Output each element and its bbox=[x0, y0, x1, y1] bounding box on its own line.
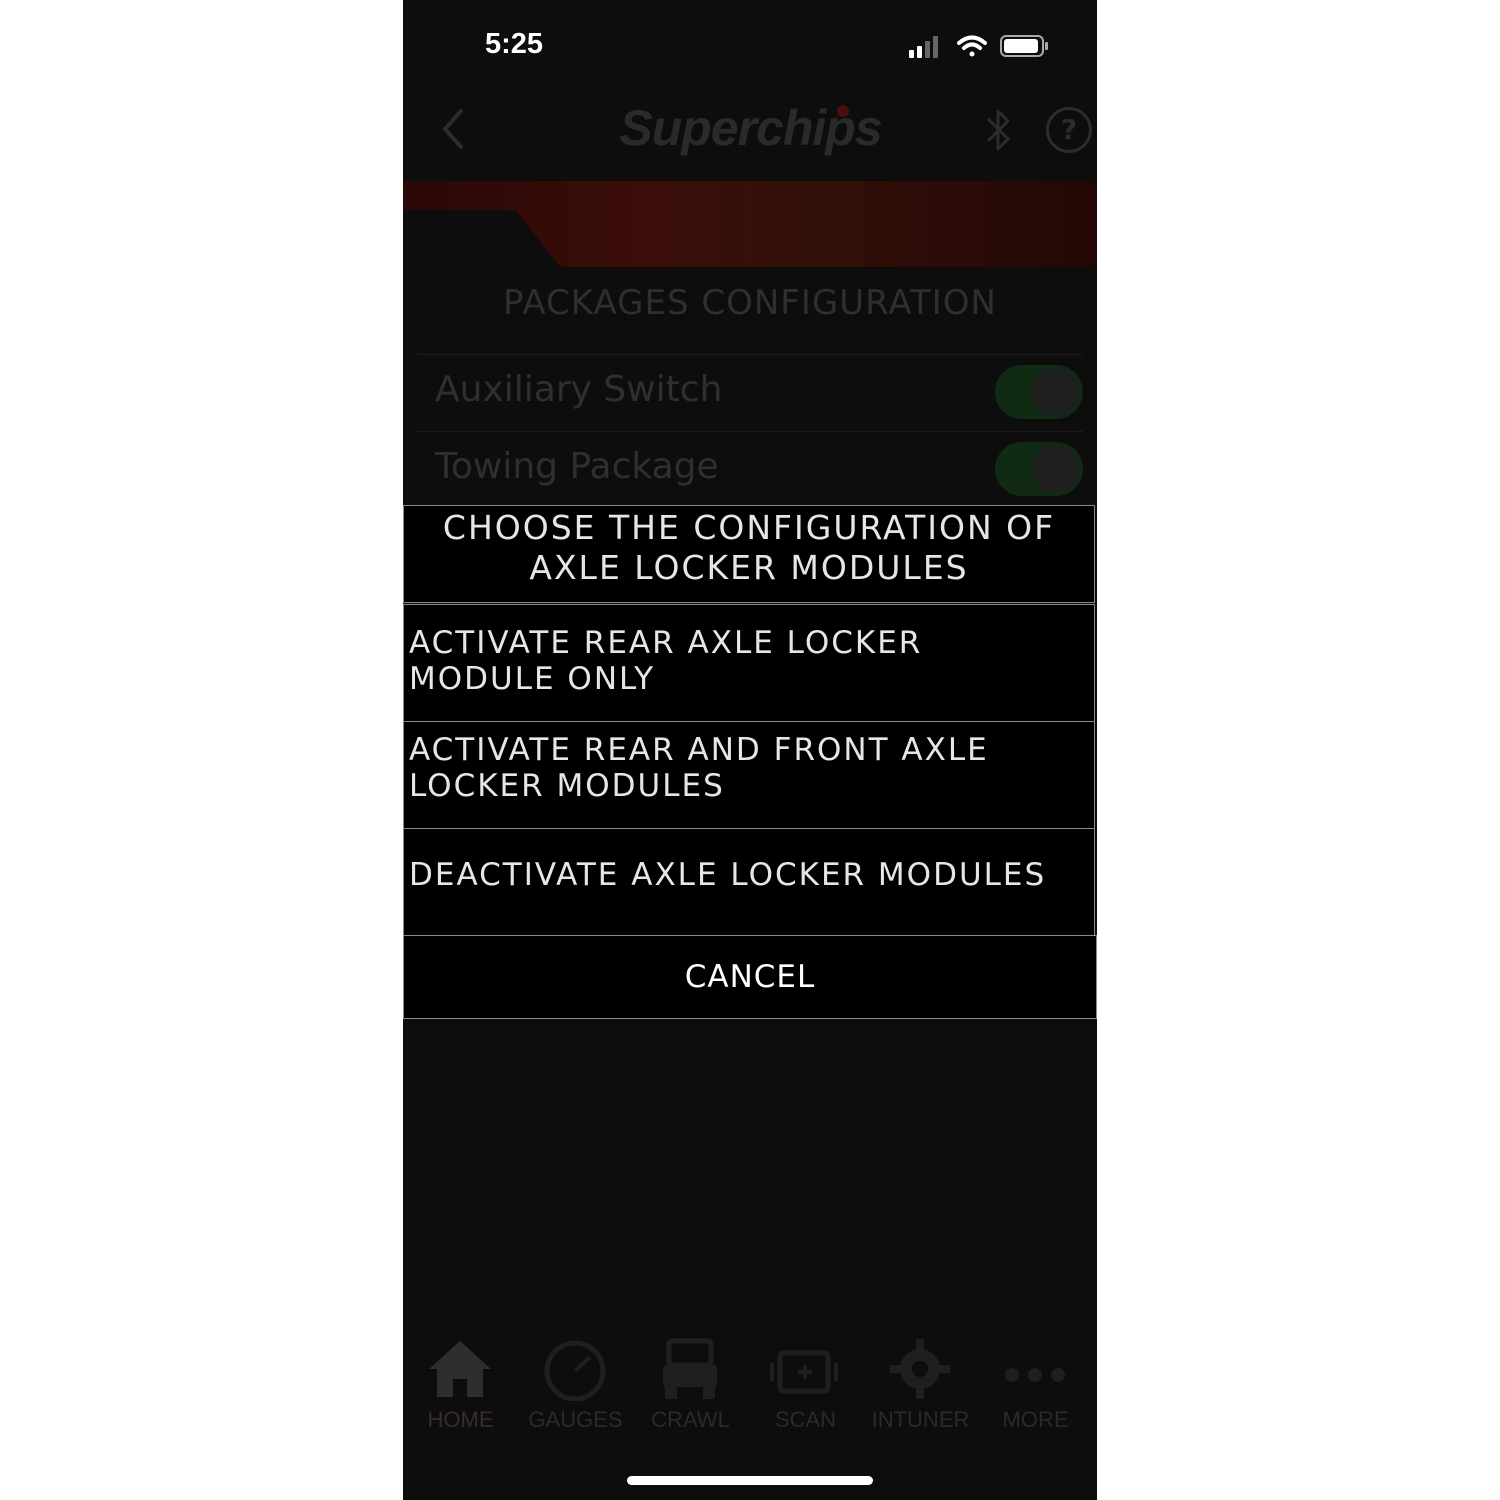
tab-label: GAUGES bbox=[528, 1407, 623, 1432]
tab-label: MORE bbox=[1002, 1407, 1069, 1432]
tab-label: CRAWL bbox=[651, 1407, 730, 1432]
cancel-button[interactable]: CANCEL bbox=[403, 935, 1097, 1019]
option-line-1: DEACTIVATE AXLE LOCKER MODULES bbox=[409, 857, 1047, 893]
option-line-1: ACTIVATE REAR AXLE LOCKER bbox=[409, 625, 923, 661]
home-icon bbox=[429, 1341, 491, 1397]
auxiliary-switch-toggle[interactable] bbox=[995, 365, 1083, 419]
tab-label: INTUNER bbox=[871, 1407, 970, 1432]
nav-bar: Superchips ? bbox=[403, 85, 1097, 180]
towing-package-toggle[interactable] bbox=[995, 442, 1083, 496]
status-time: 5:25 bbox=[485, 28, 544, 60]
title-line-1: CHOOSE THE CONFIGURATION OF bbox=[442, 508, 1056, 547]
help-icon[interactable]: ? bbox=[1046, 107, 1092, 153]
option-deactivate[interactable]: DEACTIVATE AXLE LOCKER MODULES bbox=[403, 828, 1095, 936]
option-activate-rear-only[interactable]: ACTIVATE REAR AXLE LOCKER MODULE ONLY bbox=[403, 604, 1095, 722]
section-title: PACKAGES CONFIGURATION bbox=[503, 283, 997, 323]
tab-more[interactable]: MORE bbox=[978, 1333, 1093, 1438]
toggle-knob bbox=[1032, 445, 1080, 493]
row-auxiliary-switch: Auxiliary Switch bbox=[417, 354, 1083, 431]
gear-icon bbox=[890, 1339, 950, 1399]
tab-intuner[interactable]: INTUNER bbox=[863, 1333, 978, 1438]
status-icons bbox=[909, 32, 1049, 60]
home-indicator[interactable] bbox=[627, 1476, 873, 1485]
engine-icon bbox=[770, 1350, 838, 1394]
row-label: Auxiliary Switch bbox=[435, 369, 723, 410]
title-line-2: AXLE LOCKER MODULES bbox=[529, 548, 969, 587]
signal-icon bbox=[909, 36, 938, 58]
more-icon bbox=[1005, 1368, 1065, 1382]
toggle-knob bbox=[1032, 368, 1080, 416]
row-towing-package: Towing Package bbox=[417, 431, 1083, 508]
tab-scan[interactable]: SCAN bbox=[748, 1333, 863, 1438]
jeep-icon bbox=[663, 1338, 717, 1399]
tab-label: HOME bbox=[427, 1407, 494, 1432]
gauge-icon bbox=[544, 1340, 606, 1401]
hero-banner bbox=[403, 181, 1097, 267]
battery-icon bbox=[1000, 35, 1048, 57]
option-activate-rear-and-front[interactable]: ACTIVATE REAR AND FRONT AXLE LOCKER MODU… bbox=[403, 721, 1095, 829]
tab-home[interactable]: HOME bbox=[403, 1333, 518, 1438]
row-label: Towing Package bbox=[435, 446, 719, 487]
logo-dot bbox=[837, 105, 849, 117]
bluetooth-icon[interactable] bbox=[983, 107, 1013, 153]
option-line-1: ACTIVATE REAR AND FRONT AXLE bbox=[409, 732, 989, 768]
banner-cutout bbox=[403, 210, 563, 267]
tab-gauges[interactable]: GAUGES bbox=[518, 1333, 633, 1438]
option-line-2: LOCKER MODULES bbox=[409, 768, 725, 804]
back-chevron-icon[interactable] bbox=[439, 107, 465, 151]
tab-crawl[interactable]: CRAWL bbox=[633, 1333, 748, 1438]
tab-label: SCAN bbox=[774, 1407, 837, 1432]
option-line-2: MODULE ONLY bbox=[409, 661, 656, 697]
superchips-logo: Superchips bbox=[619, 100, 882, 156]
tab-bar: HOME GAUGES CRAWL SCAN INTUNER MORE bbox=[403, 1333, 1097, 1438]
wifi-icon bbox=[957, 35, 987, 57]
action-sheet-title: CHOOSE THE CONFIGURATION OF AXLE LOCKER … bbox=[403, 505, 1095, 603]
phone-screen: 5:25 Superchips ? PACKAGES CONFIGURATION… bbox=[403, 0, 1097, 1500]
